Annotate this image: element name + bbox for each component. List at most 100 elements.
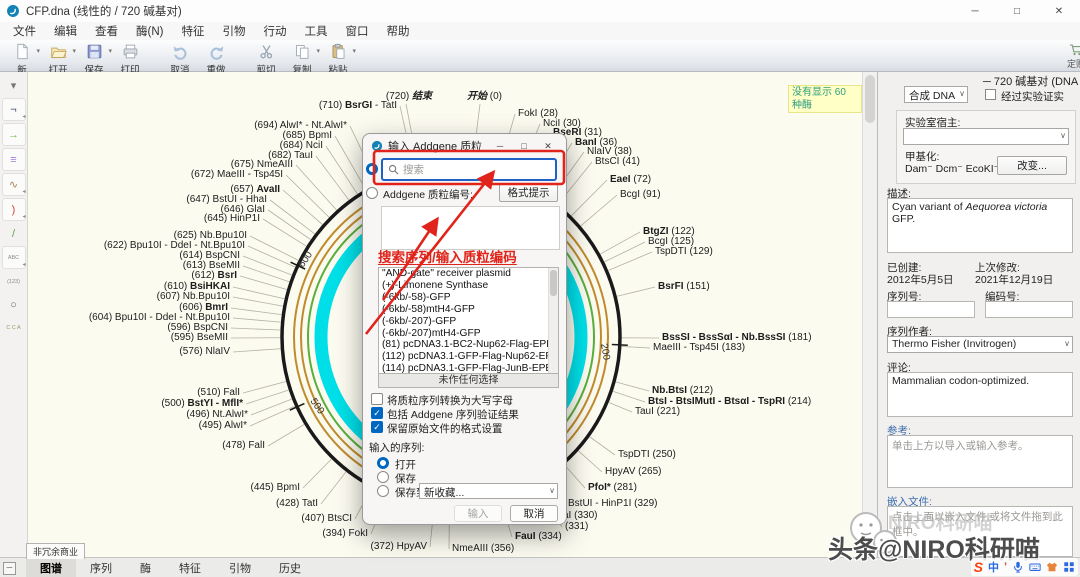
tab-序列[interactable]: 序列 (76, 558, 126, 577)
menu-item-行动[interactable]: 行动 (254, 21, 295, 41)
enzyme-label: (672) MaeIII - Tsp45I (191, 169, 283, 180)
dialog-minimize-button[interactable]: ─ (488, 134, 512, 158)
experimentally-verified-checkbox[interactable] (985, 89, 996, 100)
action-radio-打开[interactable] (377, 457, 389, 469)
plasmid-list-item[interactable]: (-6kb/-207)mtH4-GFP (379, 328, 558, 340)
save-button[interactable]: 保存▾ (76, 42, 112, 76)
dialog-close-button[interactable]: ✕ (536, 134, 560, 158)
select-range-tool[interactable]: ¬◂ (2, 98, 26, 121)
serial-number-field[interactable] (887, 301, 975, 318)
cancel-button[interactable]: 取消 (510, 505, 558, 522)
menu-item-帮助[interactable]: 帮助 (377, 21, 418, 41)
search-radio[interactable] (366, 163, 378, 175)
new-button[interactable]: 新▾ (4, 42, 40, 76)
menu-item-编辑[interactable]: 编辑 (45, 21, 86, 41)
lab-host-select[interactable] (903, 128, 1069, 145)
origin-tool[interactable]: ○ (3, 294, 25, 315)
description-field[interactable]: Cyan variant of Aequorea victoria GFP. (887, 198, 1073, 253)
embedded-files-field[interactable]: 点击上面以嵌入文件,或将文件拖到此框中。 (887, 506, 1073, 557)
search-input[interactable]: 搜索 (381, 158, 557, 181)
print-button[interactable]: 打印 (112, 42, 148, 76)
menu-item-工具[interactable]: 工具 (295, 21, 336, 41)
arc-tool[interactable]: )◂ (2, 198, 26, 221)
option-label: 保留原始文件的格式设置 (387, 421, 503, 436)
minimize-button[interactable]: ─ (954, 0, 996, 22)
redo-button[interactable]: 重做 (198, 42, 234, 76)
ime-toolbar[interactable]: S 中 ’ (971, 558, 1078, 576)
open-button[interactable]: 打开▾ (40, 42, 76, 76)
more-tools-icon[interactable] (1063, 561, 1075, 573)
addgene-id-radio[interactable] (366, 187, 378, 199)
menu-item-特征[interactable]: 特征 (172, 21, 213, 41)
translation-tool[interactable]: ∿◂ (2, 173, 26, 196)
tab-特征[interactable]: 特征 (165, 558, 215, 577)
enzyme-label: (331) (565, 521, 588, 532)
action-radio-保存到[interactable] (377, 485, 389, 497)
enzyme-set-tab[interactable]: 非冗余商业 (26, 543, 85, 559)
change-methylation-button[interactable]: 改变... (997, 156, 1067, 175)
enzyme-label: BsrFI (151) (658, 281, 710, 292)
plasmid-list-item[interactable]: (81) pcDNA3.1-BC2-Nup62-Flag-EPEA (379, 339, 558, 351)
close-button[interactable]: ✕ (1038, 0, 1080, 22)
text-tool[interactable]: ABC◂ (2, 246, 26, 269)
skin-icon[interactable] (1046, 561, 1058, 573)
ime-language-icon[interactable]: 中 (988, 559, 999, 575)
tab-图谱[interactable]: 图谱 (26, 558, 76, 577)
tab-历史[interactable]: 历史 (265, 558, 315, 577)
molecule-type-select[interactable]: 合成 DNA (904, 86, 968, 103)
ime-punctuation-icon[interactable]: ’ (1004, 561, 1007, 573)
plasmid-list[interactable]: "AND-gate" receiver plasmid(+)-Limonene … (378, 267, 559, 374)
reference-field[interactable]: 单击上方以导入或输入参考。 (887, 435, 1073, 488)
cut-button[interactable]: 剪切 (248, 42, 284, 76)
import-addgene-dialog: 输入 Addgene 质粒 ─ □ ✕ 搜索 Addgene 质粒编号: 格式提… (362, 133, 567, 525)
menu-item-查看[interactable]: 查看 (86, 21, 127, 41)
plasmid-list-item[interactable]: (-6kb/-207)-GFP (379, 316, 558, 328)
dialog-maximize-button[interactable]: □ (512, 134, 536, 158)
code-number-field[interactable] (985, 301, 1073, 318)
addgene-id-input[interactable] (381, 206, 560, 250)
option-checkbox[interactable] (371, 393, 383, 405)
option-checkbox[interactable]: ✓ (371, 421, 383, 433)
plasmid-list-item[interactable]: (112) pcDNA3.1-GFP-Flag-Nup62-EPEA (379, 351, 558, 363)
order-enzymes-button[interactable]: 定购 (1056, 42, 1080, 70)
option-checkbox[interactable]: ✓ (371, 407, 383, 419)
collapse[interactable]: ▾ (3, 75, 25, 96)
codon-tool[interactable]: C C A (3, 317, 25, 338)
ime-logo-icon[interactable]: S (974, 559, 983, 575)
primer-tool[interactable]: ≡ (2, 148, 26, 171)
author-select[interactable]: Thermo Fisher (Invitrogen) (887, 336, 1073, 353)
feature-arrow-tool[interactable]: → (2, 123, 26, 146)
undo-button[interactable]: 取消 (162, 42, 198, 76)
menu-item-引物[interactable]: 引物 (213, 21, 254, 41)
import-button[interactable]: 输入 (454, 505, 502, 522)
plasmid-list-item[interactable]: (114) pcDNA3.1-GFP-Flag-JunB-EPEA (379, 363, 558, 374)
format-hint-button[interactable]: 格式提示 (499, 184, 558, 202)
scrollbar-thumb[interactable] (865, 75, 875, 123)
dialog-title-bar[interactable]: 输入 Addgene 质粒 ─ □ ✕ (363, 134, 566, 158)
keyboard-icon[interactable] (1029, 561, 1041, 573)
list-scrollbar[interactable] (548, 268, 558, 373)
collapse-icon[interactable]: ─ (3, 562, 16, 575)
canvas-scrollbar[interactable] (862, 72, 878, 557)
copy-button[interactable]: 复制▾ (284, 42, 320, 76)
plasmid-list-item[interactable]: (+)-Limonene Synthase (379, 280, 558, 292)
action-radio-保存[interactable] (377, 471, 389, 483)
tab-酶[interactable]: 酶 (126, 558, 165, 577)
menu-item-文件[interactable]: 文件 (4, 21, 45, 41)
action-label: 保存 (395, 471, 416, 486)
pen-tool[interactable]: / (3, 223, 25, 244)
plasmid-list-item[interactable]: "AND-gate" receiver plasmid (379, 268, 558, 280)
list-scrollbar-thumb[interactable] (550, 270, 557, 296)
paste-button[interactable]: 粘贴▾ (320, 42, 356, 76)
tab-引物[interactable]: 引物 (215, 558, 265, 577)
maximize-button[interactable]: □ (996, 0, 1038, 22)
save-to-select[interactable]: 新收藏... (419, 483, 558, 499)
title-bar: CFP.dna (线性的 / 720 碱基对) ─ □ ✕ (0, 0, 1080, 23)
comments-field[interactable]: Mammalian codon-optimized. (887, 372, 1073, 417)
menu-item-酶(N)[interactable]: 酶(N) (127, 21, 172, 41)
microphone-icon[interactable] (1012, 561, 1024, 573)
menu-item-窗口[interactable]: 窗口 (336, 21, 377, 41)
plasmid-list-item[interactable]: (-6kb/-58)mtH4-GFP (379, 304, 558, 316)
numbering-tool[interactable]: (123) (3, 271, 25, 292)
plasmid-list-item[interactable]: (-6kb/-58)-GFP (379, 292, 558, 304)
